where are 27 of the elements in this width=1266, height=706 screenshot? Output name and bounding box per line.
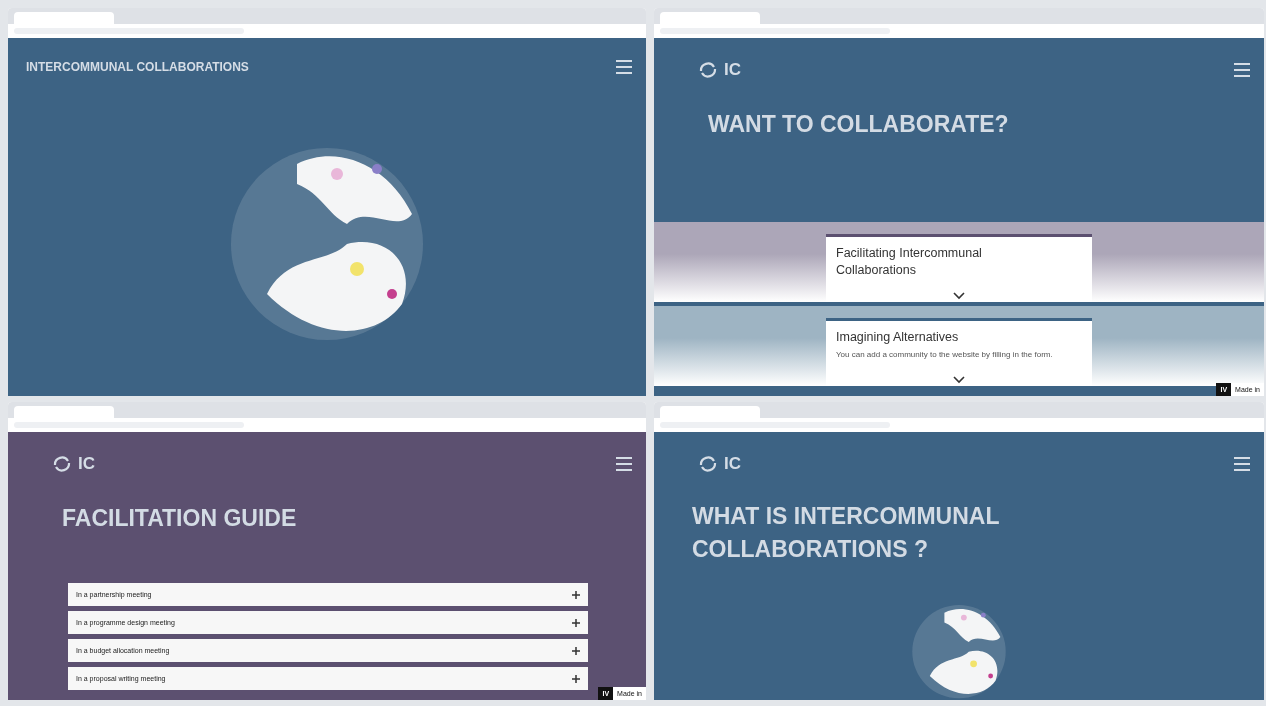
browser-tab[interactable] xyxy=(660,12,760,24)
page-heading: WANT TO COLLABORATE? xyxy=(708,110,1010,139)
page-heading: WHAT IS INTERCOMMUNAL COLLABORATIONS ? xyxy=(692,502,1001,565)
logo-text[interactable]: IC xyxy=(724,454,741,474)
menu-icon[interactable] xyxy=(1234,63,1250,77)
menu-icon[interactable] xyxy=(616,60,632,74)
logo-text[interactable]: IC xyxy=(724,60,741,80)
card-text: You can add a community to the website by filling in the form. xyxy=(836,349,1054,359)
chevron-down-icon[interactable] xyxy=(953,376,965,384)
browser-tab[interactable] xyxy=(14,406,114,418)
card-title: Facilitating Intercommunal Collaborations xyxy=(836,245,983,279)
logo-text[interactable]: IC xyxy=(78,454,95,474)
logo-icon xyxy=(698,62,718,78)
browser-tab[interactable] xyxy=(14,12,114,24)
chevron-down-icon[interactable] xyxy=(953,292,965,300)
card-title: Imagining Alternatives xyxy=(836,329,960,346)
browser-tab[interactable] xyxy=(660,406,760,418)
menu-icon[interactable] xyxy=(616,457,632,471)
plus-icon xyxy=(572,590,580,599)
logo-icon xyxy=(52,456,72,472)
plus-icon xyxy=(572,646,580,655)
logo-icon xyxy=(698,456,718,472)
site-title[interactable]: INTERCOMMUNAL COLLABORATIONS xyxy=(26,60,249,74)
page-heading: FACILITATION GUIDE xyxy=(62,504,298,533)
plus-icon xyxy=(572,618,580,627)
plus-icon xyxy=(572,674,580,683)
menu-icon[interactable] xyxy=(1234,457,1250,471)
